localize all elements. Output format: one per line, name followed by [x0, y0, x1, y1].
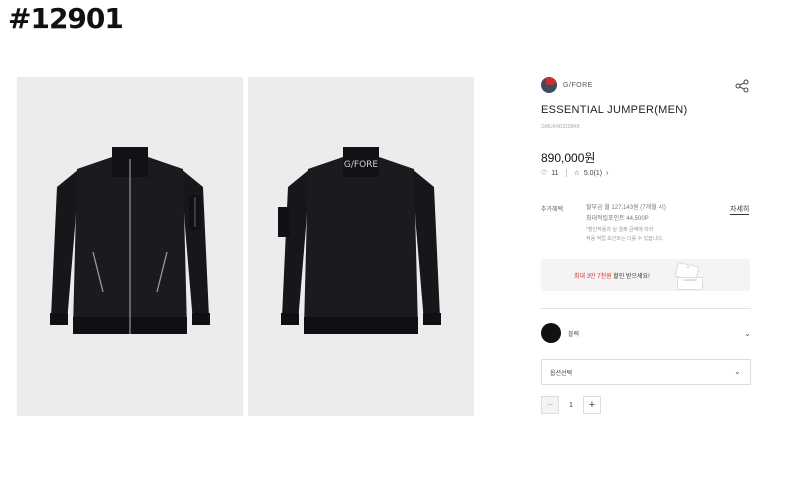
chevron-right-icon[interactable]: ›	[606, 170, 608, 177]
color-swatch-black[interactable]	[541, 323, 561, 343]
product-code: GMUA4D3158KK	[541, 124, 581, 130]
page-id-label: #12901	[8, 2, 124, 35]
collar-logo-text: G/FORE	[344, 160, 379, 170]
coupon-card-image-2: COUPON	[677, 277, 703, 290]
promo-tagline: 할인 받으세요!	[611, 274, 650, 280]
brand-logo	[541, 77, 557, 93]
points-note-2: 적용 적립 포인트는 다를 수 있습니다.	[586, 236, 664, 242]
chevron-down-icon: ⌄	[734, 367, 741, 376]
benefits-label: 추가혜택	[541, 207, 564, 213]
promo-text: 최대 3만 7천원 할인 받으세요!	[574, 271, 650, 280]
heart-icon[interactable]: ♡	[541, 169, 547, 177]
brand-name[interactable]: G/FORE	[563, 82, 593, 89]
share-icon[interactable]	[735, 79, 749, 93]
option-select[interactable]: 옵션선택 ⌄	[541, 359, 751, 385]
plus-button[interactable]: +	[583, 396, 601, 414]
quantity-stepper[interactable]: − 1 +	[541, 396, 601, 414]
stats-divider	[565, 169, 567, 177]
installment-text: 할부금 월 127,143원 (7개월 시)	[586, 205, 666, 211]
product-stats: ♡ 11 ☆ 5.0(1) ›	[541, 169, 608, 177]
promo-banner[interactable]: 최대 3만 7천원 할인 받으세요! G COUPON	[541, 259, 750, 291]
rating-link[interactable]: 5.0(1)	[584, 170, 602, 177]
star-icon: ☆	[573, 170, 580, 177]
option-select-placeholder: 옵션선택	[550, 371, 573, 377]
product-image-back[interactable]: G/FORE	[248, 77, 474, 416]
chevron-down-icon[interactable]: ⌄	[744, 329, 751, 338]
like-count: 11	[551, 169, 559, 177]
color-option-row[interactable]: 블랙 ⌄	[541, 323, 751, 345]
promo-discount-amount: 최대 3만 7천원	[574, 274, 612, 280]
quantity-value: 1	[569, 401, 573, 409]
product-image-front[interactable]	[17, 77, 243, 416]
benefits-details: 할부금 월 127,143원 (7개월 시) 최대적립포인트 44,500P *…	[586, 203, 746, 243]
details-link[interactable]: 자세히	[730, 204, 750, 215]
minus-button[interactable]: −	[541, 396, 559, 414]
brand-row[interactable]: G/FORE	[541, 77, 593, 93]
points-note-1: *할인적용과 실 결제 금액에 따라	[586, 227, 654, 233]
product-price: 890,000원	[541, 151, 596, 165]
color-name: 블랙	[568, 332, 580, 338]
max-points-text: 최대적립포인트 44,500P	[586, 216, 649, 222]
product-title: ESSENTIAL JUMPER(MEN)	[541, 104, 688, 116]
section-divider	[541, 308, 751, 309]
